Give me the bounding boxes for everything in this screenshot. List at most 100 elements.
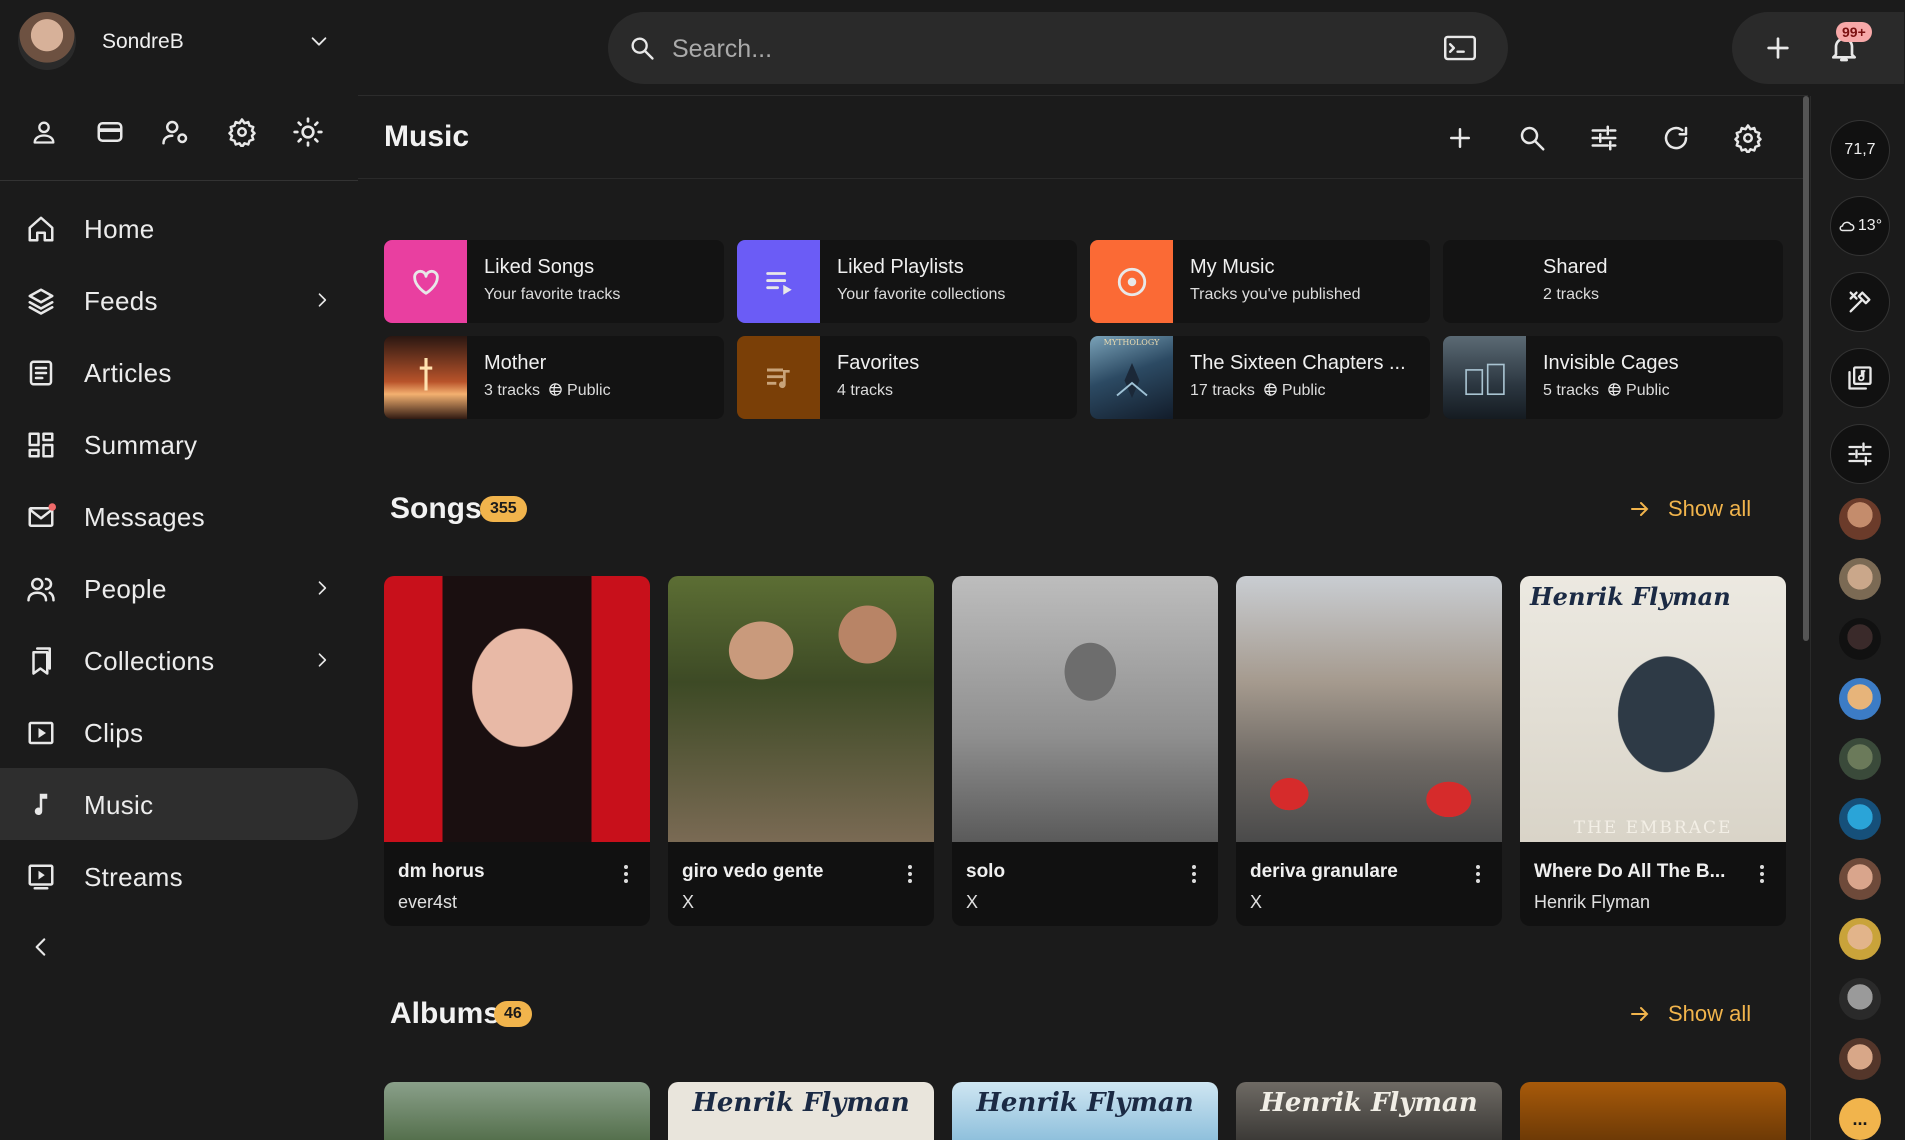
avatar[interactable] — [1839, 558, 1881, 600]
search-icon[interactable] — [1512, 118, 1552, 158]
sidebar-item-clips[interactable]: Clips — [0, 696, 358, 768]
gear-icon[interactable] — [222, 112, 262, 152]
song-card[interactable]: deriva granulare X — [1236, 576, 1502, 926]
avatar[interactable] — [1839, 498, 1881, 540]
sidebar-item-summary[interactable]: Summary — [0, 408, 358, 480]
sidebar-item-label: Articles — [84, 358, 172, 388]
song-artist: X — [966, 892, 979, 912]
playlist-tile-favorites[interactable]: Favorites 4 tracks — [737, 336, 1077, 419]
song-title: dm horus — [398, 861, 485, 882]
albums-count-badge: 46 — [494, 1001, 532, 1027]
cover-image: MYTHOLOGY — [1090, 336, 1173, 419]
song-card[interactable]: dm horus ever4st — [384, 576, 650, 926]
filter-sliders-icon[interactable] — [1584, 118, 1624, 158]
wallet-icon[interactable] — [90, 112, 130, 152]
avatar[interactable] — [1839, 678, 1881, 720]
song-title: giro vedo gente — [682, 861, 824, 882]
songs-show-all-link[interactable]: Show all — [1628, 496, 1751, 522]
tools-button[interactable] — [1830, 272, 1890, 332]
chevron-right-icon — [312, 650, 332, 670]
globe-icon — [1263, 382, 1278, 397]
playlist-tile-liked-playlists[interactable]: Liked Playlists Your favorite collection… — [737, 240, 1077, 323]
sidebar-item-feeds[interactable]: Feeds — [0, 264, 358, 336]
weather-button[interactable]: 13° — [1830, 196, 1890, 256]
refresh-icon[interactable] — [1656, 118, 1696, 158]
avatar[interactable] — [1839, 858, 1881, 900]
sun-icon[interactable] — [288, 112, 328, 152]
more-label: ... — [1852, 1108, 1868, 1129]
track-count: 17 tracks — [1190, 382, 1255, 399]
terminal-icon[interactable] — [1444, 34, 1476, 62]
account-icon[interactable] — [24, 112, 64, 152]
playlist-tile-my-music[interactable]: My Music Tracks you've published — [1090, 240, 1430, 323]
sliders-button[interactable] — [1830, 424, 1890, 484]
albums-show-all-link[interactable]: Show all — [1628, 1001, 1751, 1027]
song-card[interactable]: giro vedo gente X — [668, 576, 934, 926]
user-settings-icon[interactable] — [156, 112, 196, 152]
song-artist: ever4st — [398, 892, 458, 912]
sidebar-item-label: Clips — [84, 718, 144, 748]
heart-icon — [384, 240, 467, 323]
sidebar-item-collections[interactable]: Collections — [0, 624, 358, 696]
divider — [358, 178, 1808, 179]
track-count: 5 tracks — [1543, 382, 1600, 399]
show-all-label: Show all — [1668, 1001, 1752, 1026]
sidebar-item-people[interactable]: People — [0, 552, 358, 624]
collapse-sidebar-icon[interactable] — [28, 934, 58, 964]
more-vertical-icon[interactable] — [1468, 862, 1488, 886]
avatar[interactable] — [1839, 1038, 1881, 1080]
album-disc-icon — [1090, 240, 1173, 323]
more-vertical-icon[interactable] — [616, 862, 636, 886]
chevron-right-icon — [312, 290, 332, 310]
playlist-tile-shared[interactable]: Shared 2 tracks — [1443, 240, 1783, 323]
more-users-button[interactable]: ... — [1839, 1098, 1881, 1140]
sliders-icon — [1846, 440, 1874, 468]
more-vertical-icon[interactable] — [1184, 862, 1204, 886]
playlist-music-icon — [737, 336, 820, 419]
playlist-tile-invisible-cages[interactable]: Invisible Cages 5 tracks Public — [1443, 336, 1783, 419]
sidebar-item-music[interactable]: Music — [0, 768, 358, 840]
song-card[interactable]: Henrik Flyman THE EMBRACE Where Do All T… — [1520, 576, 1786, 926]
sidebar-item-label: Streams — [84, 862, 183, 892]
avatar[interactable] — [1839, 798, 1881, 840]
avatar[interactable] — [18, 12, 76, 70]
playlist-tile-mother[interactable]: Mother 3 tracks Public — [384, 336, 724, 419]
page-toolbar — [1440, 118, 1780, 158]
sidebar-item-messages[interactable]: Messages — [0, 480, 358, 552]
album-card[interactable] — [384, 1082, 650, 1140]
tile-subtitle: 4 tracks — [837, 382, 894, 399]
playlist-tile-sixteen-chapters[interactable]: MYTHOLOGY The Sixteen Chapters ... 17 tr… — [1090, 336, 1430, 419]
search-icon — [628, 34, 656, 62]
weather-temp: 13° — [1857, 217, 1883, 234]
scrollbar[interactable] — [1803, 96, 1809, 641]
avatar[interactable] — [1839, 618, 1881, 660]
album-card[interactable] — [1520, 1082, 1786, 1140]
album-card[interactable]: Henrik Flyman — [952, 1082, 1218, 1140]
add-icon[interactable] — [1762, 32, 1794, 64]
song-cover-image — [1236, 576, 1502, 842]
play-box-icon — [26, 718, 56, 748]
song-card[interactable]: solo X — [952, 576, 1218, 926]
avatar[interactable] — [1839, 738, 1881, 780]
tile-subtitle: Your favorite collections — [837, 286, 1006, 303]
chevron-down-icon[interactable] — [308, 30, 330, 52]
user-menu[interactable]: SondreB — [18, 12, 338, 72]
playlist-tile-liked-songs[interactable]: Liked Songs Your favorite tracks — [384, 240, 724, 323]
sidebar-item-articles[interactable]: Articles — [0, 336, 358, 408]
sidebar-item-home[interactable]: Home — [0, 192, 358, 264]
album-card[interactable]: Henrik Flyman — [1236, 1082, 1502, 1140]
add-icon[interactable] — [1440, 118, 1480, 158]
gear-icon[interactable] — [1728, 118, 1768, 158]
avatar[interactable] — [1839, 978, 1881, 1020]
avatar[interactable] — [1839, 918, 1881, 960]
more-vertical-icon[interactable] — [900, 862, 920, 886]
search-input[interactable] — [670, 28, 1414, 70]
search-bar[interactable] — [608, 12, 1508, 84]
stat-button[interactable]: 71,7 — [1830, 120, 1890, 180]
song-cover-image — [668, 576, 934, 842]
sidebar-item-streams[interactable]: Streams — [0, 840, 358, 912]
music-library-button[interactable] — [1830, 348, 1890, 408]
album-card[interactable]: Henrik Flyman — [668, 1082, 934, 1140]
more-vertical-icon[interactable] — [1752, 862, 1772, 886]
tile-title: The Sixteen Chapters ... — [1190, 352, 1406, 374]
